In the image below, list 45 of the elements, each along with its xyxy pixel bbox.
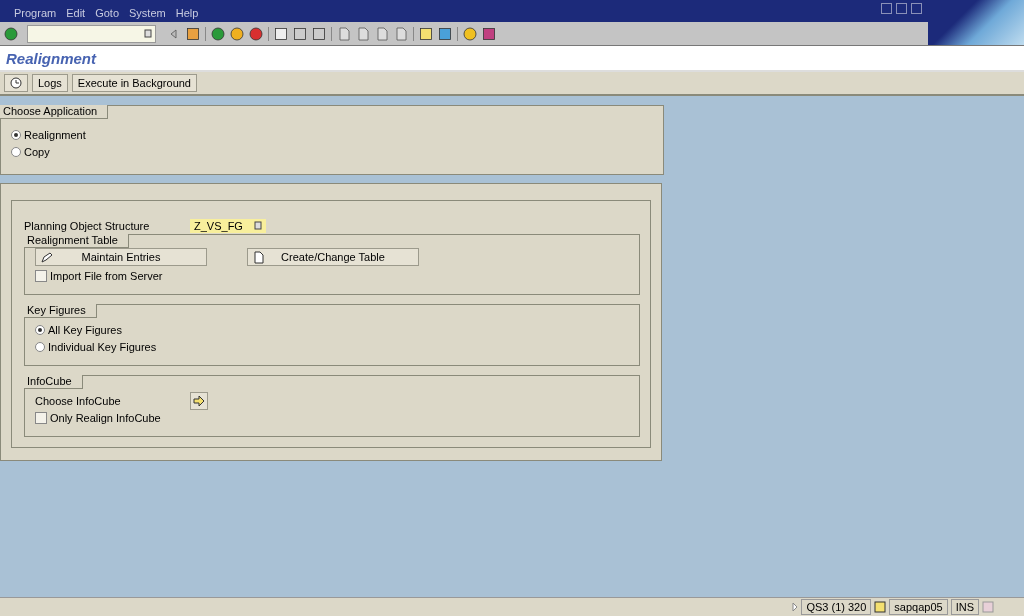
clock-button[interactable] <box>4 74 28 92</box>
checkbox[interactable] <box>35 269 47 282</box>
field-label: Choose InfoCube <box>35 394 122 407</box>
checkbox-label: Import File from Server <box>50 269 163 282</box>
section-title: Key Figures <box>24 304 97 318</box>
status-field: QS3 (1) 320 <box>801 599 872 615</box>
radio-button[interactable] <box>11 129 21 140</box>
menu-item[interactable]: Edit <box>66 7 86 22</box>
radio-label: Individual Key Figures <box>48 340 157 353</box>
document-icon <box>252 250 265 264</box>
expand-icon[interactable] <box>792 602 799 612</box>
status-field: sapqap05 <box>889 599 948 615</box>
clock-icon <box>10 77 22 89</box>
arrow-button[interactable] <box>190 391 208 410</box>
radio-label: All Key Figures <box>48 323 122 336</box>
checkbox-label: Only Realign InfoCube <box>50 411 161 424</box>
menu-item[interactable]: Program <box>14 7 57 22</box>
command-field[interactable] <box>27 24 156 43</box>
section-title: Choose Application <box>0 105 109 119</box>
arrow-icon <box>193 395 205 406</box>
toolbar-button[interactable]: Logs <box>32 74 68 92</box>
radio-button[interactable] <box>35 341 45 352</box>
radio-button[interactable] <box>35 324 45 335</box>
page-icon[interactable] <box>356 26 370 41</box>
table-button[interactable]: Maintain Entries <box>35 248 207 266</box>
pencil-icon <box>40 250 53 264</box>
page-icon[interactable] <box>375 26 389 41</box>
input-field[interactable]: Z_VS_FG <box>190 218 266 233</box>
radio-label: Realignment <box>24 128 86 141</box>
status-field: INS <box>950 599 979 615</box>
status-icon <box>874 601 887 613</box>
page-icon[interactable] <box>337 26 351 41</box>
radio-button[interactable] <box>11 146 21 157</box>
page-title: Realignment <box>6 49 96 67</box>
menu-item[interactable]: Goto <box>95 7 119 22</box>
radio-label: Copy <box>24 145 50 158</box>
menu-item[interactable]: System <box>129 7 166 22</box>
toolbar-button[interactable]: Execute in Background <box>71 74 197 92</box>
section-title: InfoCube <box>24 375 83 389</box>
page-icon[interactable] <box>394 26 408 41</box>
field-label: Planning Object Structure <box>24 219 151 232</box>
table-button[interactable]: Create/Change Table <box>247 248 419 266</box>
checkbox[interactable] <box>35 411 47 424</box>
menu-item[interactable]: Help <box>175 7 199 22</box>
section-title: Realignment Table <box>24 234 129 248</box>
